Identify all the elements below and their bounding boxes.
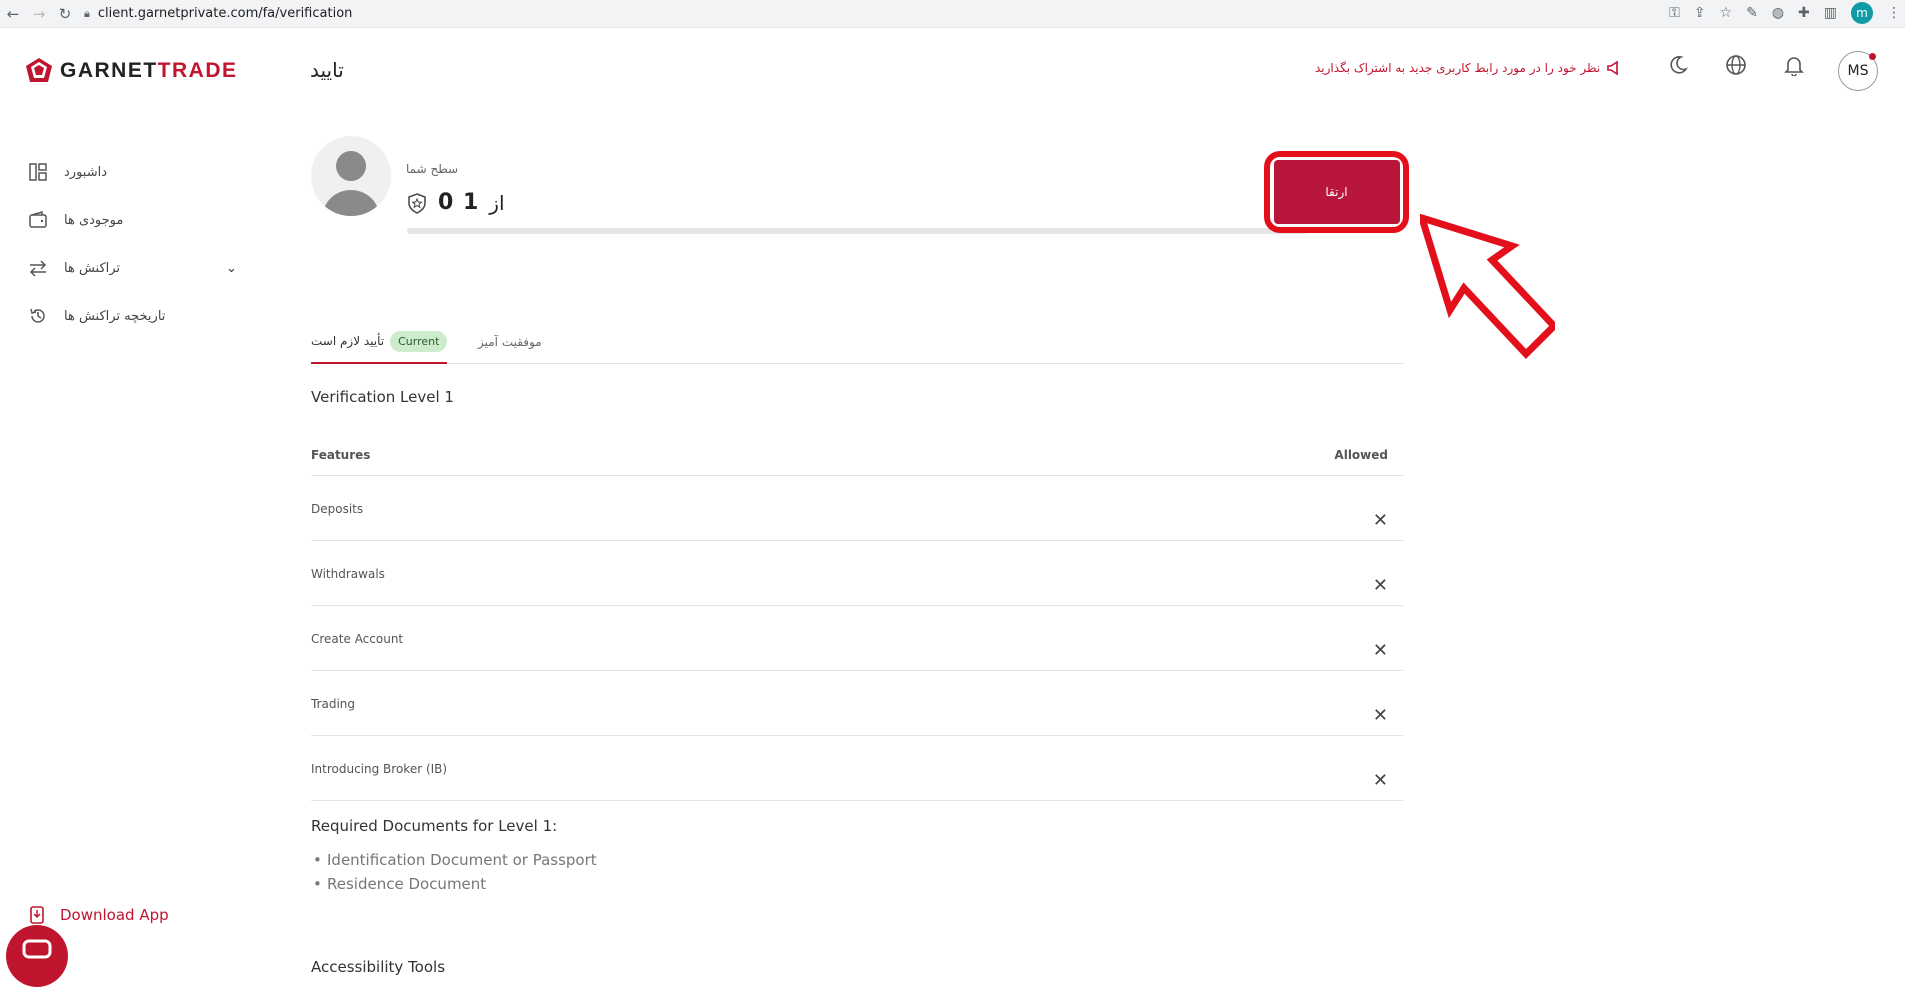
download-app-label: Download App: [60, 906, 169, 924]
tab-label: تأیید لازم است: [311, 334, 385, 348]
close-icon: ✕: [1372, 575, 1388, 596]
wallet-icon: [28, 210, 48, 230]
required-documents-title: Required Documents for Level 1:: [311, 817, 558, 835]
close-icon: ✕: [1372, 640, 1388, 661]
list-item: Identification Document or Passport: [311, 848, 597, 872]
reload-icon[interactable]: ↻: [52, 1, 78, 27]
brand-name: GARNETTRADE: [60, 59, 238, 82]
required-documents-list: Identification Document or Passport Resi…: [311, 848, 597, 896]
table-row: Introducing Broker (IB) ✕: [311, 736, 1403, 801]
feature-name: Withdrawals: [311, 567, 385, 581]
verification-tabs: تأیید لازم است Current موفقیت آمیز: [311, 320, 1403, 364]
sidebar-item-dashboard[interactable]: داشبورد: [28, 148, 248, 196]
accessibility-tools-heading: Accessibility Tools: [311, 958, 446, 976]
phone-download-icon: [30, 906, 44, 924]
close-icon: ✕: [1372, 770, 1388, 791]
sidepanel-icon[interactable]: ▥: [1824, 5, 1837, 21]
table-row: Trading ✕: [311, 671, 1403, 736]
tab-label: موفقیت آمیز: [478, 335, 542, 349]
garnet-gem-icon: [26, 58, 52, 82]
sidebar-item-label: موجودی ها: [64, 212, 124, 228]
online-dot: [1869, 53, 1876, 60]
browser-toolbar: ← → ↻ 🔒︎ client.garnetprivate.com/fa/ver…: [0, 0, 1905, 28]
level-progress-bar: [407, 228, 1307, 234]
verification-level-heading: Verification Level 1: [311, 388, 454, 406]
sidebar-item-label: داشبورد: [64, 164, 107, 180]
dark-mode-icon[interactable]: [1665, 52, 1691, 78]
features-column-header: Features: [311, 447, 371, 462]
brush-icon[interactable]: ✎: [1746, 5, 1758, 21]
history-icon: [28, 306, 48, 326]
tab-verification-required[interactable]: تأیید لازم است Current: [311, 320, 448, 364]
table-row: Deposits ✕: [311, 476, 1403, 541]
sidebar-item-label: تاریخچه تراکنش ها: [64, 308, 166, 324]
sidebar-item-label: تراکنش ها: [64, 260, 121, 276]
chat-icon: [22, 939, 52, 959]
sidebar: داشبورد موجودی ها تراکنش ها ⌄ تاریخچه تر…: [28, 148, 248, 340]
list-item: Residence Document: [311, 872, 597, 896]
forward-icon[interactable]: →: [26, 1, 52, 27]
level-of: از: [489, 190, 505, 215]
level-value: 0 1: [438, 190, 480, 215]
feedback-text: نظر خود را در مورد رابط کاربری جدید به ا…: [1315, 61, 1601, 75]
notification-bell-icon[interactable]: [1781, 52, 1807, 78]
transfer-icon: [28, 258, 48, 278]
star-icon[interactable]: ☆: [1720, 5, 1733, 21]
page-title: تایید: [310, 58, 344, 82]
sidebar-item-transactions[interactable]: تراکنش ها ⌄: [28, 244, 248, 292]
back-icon[interactable]: ←: [0, 1, 26, 27]
lock-icon: 🔒︎: [84, 6, 90, 20]
chat-support-button[interactable]: [6, 925, 68, 987]
tab-successful[interactable]: موفقیت آمیز: [478, 320, 542, 364]
language-globe-icon[interactable]: [1723, 52, 1749, 78]
share-icon[interactable]: ⇪: [1694, 5, 1706, 21]
address-bar[interactable]: 🔒︎ client.garnetprivate.com/fa/verificat…: [84, 6, 352, 21]
dashboard-icon: [28, 162, 48, 182]
url-text: client.garnetprivate.com/fa/verification: [97, 6, 353, 21]
sidebar-item-history[interactable]: تاریخچه تراکنش ها: [28, 292, 248, 340]
upgrade-highlight-frame: ارتقا: [1264, 151, 1409, 233]
chevron-down-icon[interactable]: ⌄: [226, 261, 237, 276]
download-app-link[interactable]: Download App: [30, 906, 169, 924]
feature-name: Trading: [311, 697, 356, 711]
key-icon[interactable]: ⚿: [1669, 5, 1680, 21]
feature-name: Create Account: [311, 632, 404, 646]
user-avatar[interactable]: MS: [1838, 51, 1878, 91]
menu-icon[interactable]: ⋮: [1887, 5, 1901, 21]
close-icon: ✕: [1372, 510, 1388, 531]
user-placeholder-icon: [323, 151, 379, 216]
user-initials: MS: [1847, 63, 1869, 79]
globe-ext-icon[interactable]: ◍: [1772, 5, 1784, 21]
table-header: Features Allowed: [311, 434, 1403, 476]
profile-picture: [311, 136, 391, 216]
level-indicator: 0 1 از: [406, 190, 505, 215]
profile-avatar[interactable]: m: [1851, 2, 1873, 24]
puzzle-icon[interactable]: ✚: [1798, 5, 1810, 21]
megaphone-icon: [1607, 60, 1618, 76]
table-row: Create Account ✕: [311, 606, 1403, 671]
current-badge: Current: [390, 330, 448, 352]
close-icon: ✕: [1372, 705, 1388, 726]
feature-name: Introducing Broker (IB): [311, 762, 448, 776]
upgrade-button[interactable]: ارتقا: [1273, 160, 1400, 224]
pointer-arrow-icon: [1420, 214, 1555, 360]
brand-logo[interactable]: GARNETTRADE: [24, 56, 238, 86]
sidebar-item-balances[interactable]: موجودی ها: [28, 196, 248, 244]
feedback-link[interactable]: نظر خود را در مورد رابط کاربری جدید به ا…: [1315, 60, 1622, 76]
table-row: Withdrawals ✕: [311, 541, 1403, 606]
allowed-column-header: Allowed: [1334, 447, 1388, 462]
features-table: Features Allowed Deposits ✕ Withdrawals …: [311, 434, 1403, 801]
shield-star-icon: [408, 192, 426, 214]
feature-name: Deposits: [311, 502, 364, 516]
level-label: سطح شما: [406, 162, 459, 176]
